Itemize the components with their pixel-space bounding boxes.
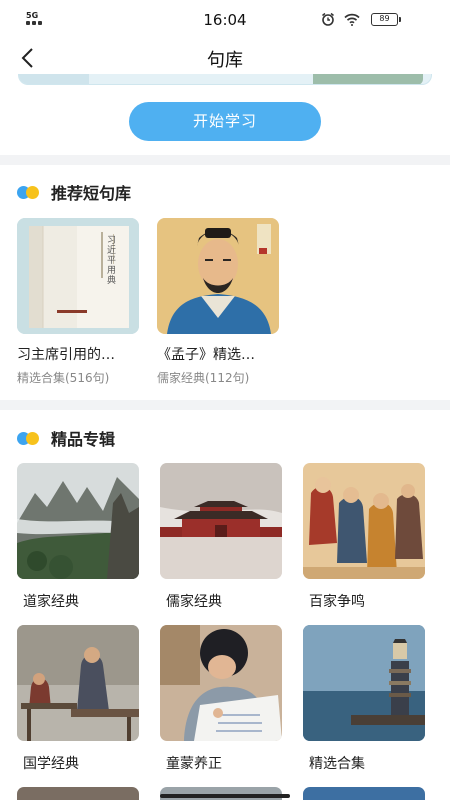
album-item-partial[interactable] [17, 787, 139, 800]
section-divider [0, 400, 450, 410]
section-title: 推荐短句库 [51, 184, 132, 203]
battery-icon: 89 [371, 13, 401, 26]
book-cover-title: 习近平用典 [107, 236, 117, 286]
recommended-section-header: 推荐短句库 [17, 180, 131, 204]
albums-section-header: 精品专辑 [17, 426, 115, 450]
status-bar: 5G 16:04 89 [0, 0, 450, 38]
recommended-item-subtitle: 儒家经典(112句) [157, 371, 250, 385]
classroom-image [17, 625, 139, 741]
album-title: 儒家经典 [166, 594, 222, 610]
recommended-item-title: 《孟子》精选… [157, 347, 255, 363]
ancient-painting-image [303, 463, 425, 579]
alarm-icon [322, 12, 334, 26]
misty-mountains-image [17, 463, 139, 579]
recommended-item[interactable]: · 习近平用典 习主席引用的… 精选合集(516句) [17, 218, 139, 386]
section-dot-icon [17, 185, 43, 199]
album-title: 国学经典 [23, 756, 79, 772]
album-item-daoist-classics[interactable]: 道家经典 [17, 463, 139, 611]
recommended-item-subtitle: 精选合集(516句) [17, 371, 110, 385]
album-title: 道家经典 [23, 594, 79, 610]
mencius-portrait-image [157, 218, 279, 334]
start-learning-button[interactable]: 开始学习 [129, 102, 321, 141]
recommended-item[interactable]: 《孟子》精选… 儒家经典(112句) [157, 218, 279, 386]
album-title: 精选合集 [309, 756, 365, 772]
page-title: 句库 [207, 50, 243, 71]
album-item-partial[interactable] [303, 787, 425, 800]
recommended-item-title: 习主席引用的… [17, 347, 115, 363]
album-item-sinology-classics[interactable]: 国学经典 [17, 625, 139, 773]
child-writing-image [160, 625, 282, 741]
album-item-childhood-education[interactable]: 童蒙养正 [160, 625, 282, 773]
album-title: 百家争鸣 [309, 594, 365, 610]
home-indicator[interactable] [160, 794, 290, 798]
album-item-selected-collection[interactable]: 精选合集 [303, 625, 425, 773]
album-title: 童蒙养正 [166, 756, 222, 772]
wifi-icon [344, 13, 360, 26]
section-divider [0, 155, 450, 165]
album-item-confucian-classics[interactable]: 儒家经典 [160, 463, 282, 611]
banner-image[interactable] [18, 74, 432, 85]
section-title: 精品专辑 [51, 430, 116, 449]
books-lamp-sea-image [303, 625, 425, 741]
palace-image [160, 463, 282, 579]
section-dot-icon [17, 431, 43, 445]
book-cover-image: · 习近平用典 [17, 218, 139, 334]
album-item-hundred-schools[interactable]: 百家争鸣 [303, 463, 425, 611]
